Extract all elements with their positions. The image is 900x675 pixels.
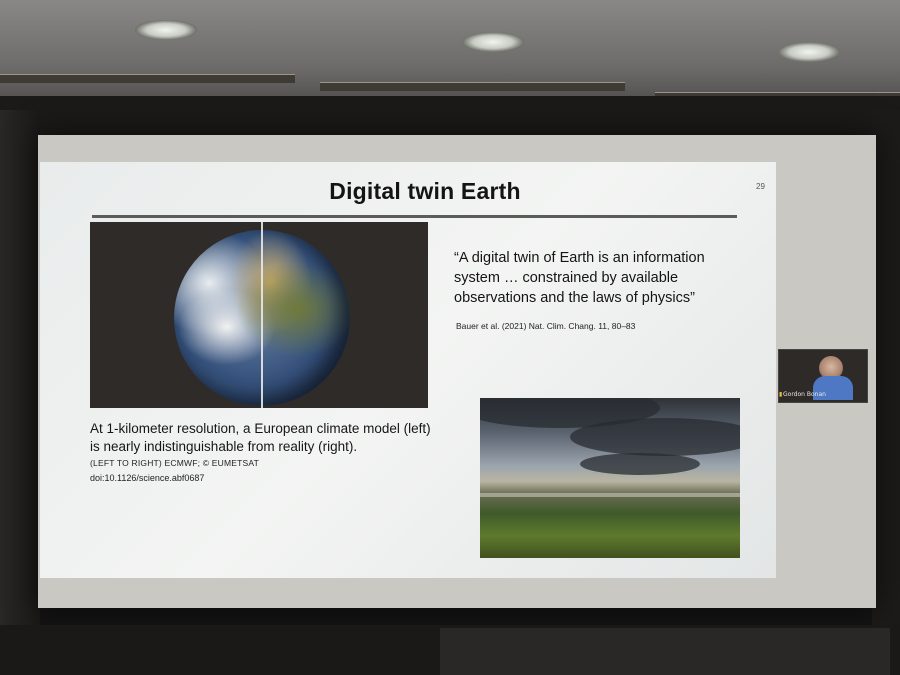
ceiling	[0, 0, 900, 110]
image-caption: At 1-kilometer resolution, a European cl…	[90, 421, 431, 454]
image-doi: doi:10.1126/science.abf0687	[90, 473, 205, 483]
globe-split-line	[261, 222, 263, 408]
quote-citation: Bauer et al. (2021) Nat. Clim. Chang. 11…	[456, 321, 636, 331]
left-wall	[0, 110, 40, 675]
cloud-shape	[570, 418, 740, 456]
signal-bars-icon: ▮	[779, 392, 783, 398]
video-tile[interactable]: ▮ Gordon Bonan	[778, 349, 868, 403]
image-credit: (LEFT TO RIGHT) ECMWF; © EUMETSAT	[90, 458, 260, 468]
landscape-photo	[480, 398, 740, 558]
lectern-desk	[440, 628, 890, 675]
ceiling-light-right	[778, 42, 840, 62]
participant-name: Gordon Bonan	[783, 391, 826, 398]
ceiling-light-center	[462, 32, 524, 52]
ceiling-rail-center	[320, 82, 625, 91]
right-wall	[872, 110, 900, 675]
presentation-slide: Digital twin Earth 29 At 1-kilometer res…	[40, 162, 776, 578]
slide-title: Digital twin Earth	[329, 178, 521, 204]
title-rule	[92, 215, 737, 218]
ceiling-light-left	[135, 20, 197, 40]
slide-number: 29	[756, 182, 765, 191]
ceiling-rail-left	[0, 74, 295, 83]
earth-comparison-image	[90, 222, 428, 408]
cloud-shape	[580, 453, 700, 475]
screen-housing	[0, 96, 900, 136]
definition-quote: “A digital twin of Earth is an informati…	[454, 250, 705, 306]
horizon-line	[480, 493, 740, 497]
